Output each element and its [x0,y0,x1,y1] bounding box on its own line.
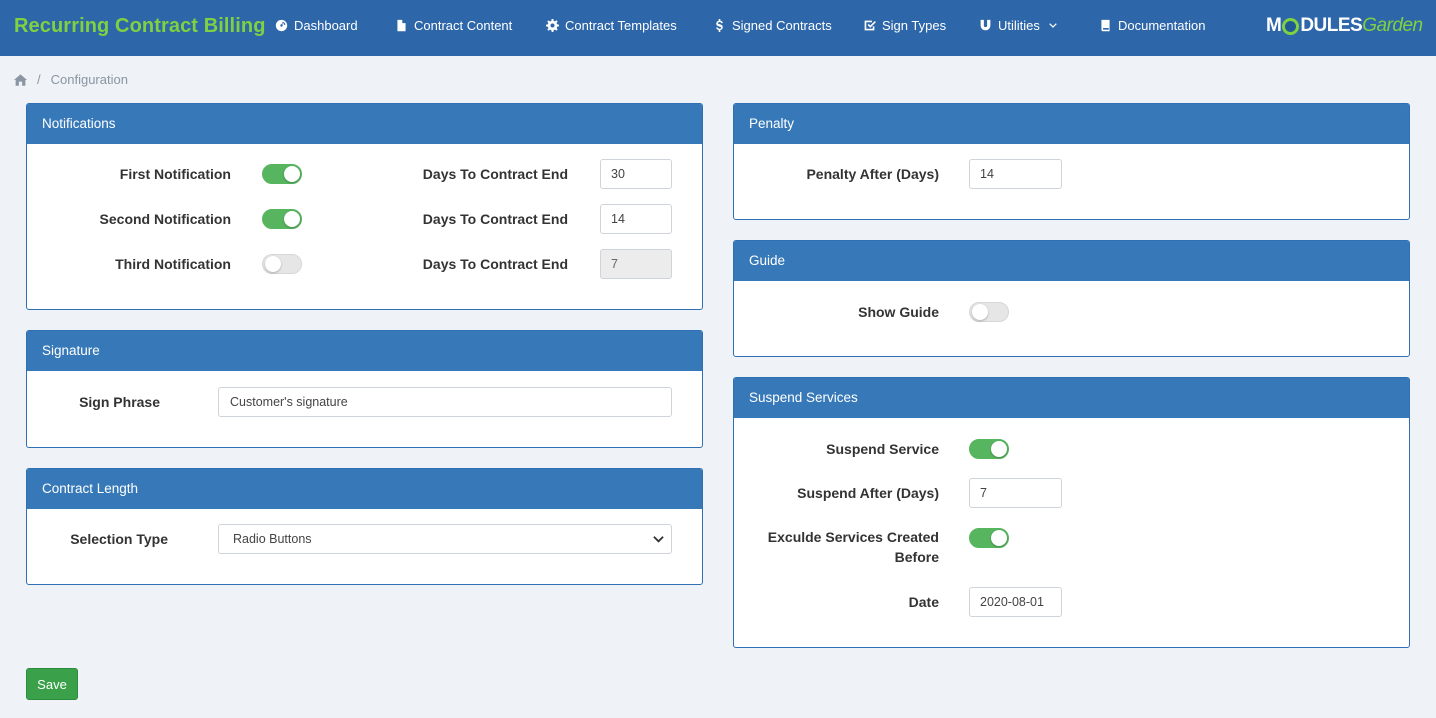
second-days-label: Days To Contract End [422,211,568,227]
suspend-after-input[interactable] [969,478,1062,508]
exclude-services-label-line1: Exculde Services Created [767,529,939,545]
app-title[interactable]: Recurring Contract Billing [14,15,266,38]
chevron-down-icon [1049,22,1057,28]
file-icon [397,19,406,32]
nav-contract-templates-label: Contract Templates [565,18,677,33]
third-days-input[interactable] [600,249,672,279]
dollar-icon [716,19,723,32]
penalty-panel: Penalty Penalty After (Days) [733,103,1410,220]
nav-dashboard[interactable]: Dashboard [275,18,358,33]
third-notification-toggle[interactable] [262,254,302,274]
penalty-after-label: Penalty After (Days) [806,166,939,182]
second-notification-toggle[interactable] [262,209,302,229]
second-days-input[interactable] [600,204,672,234]
nav-documentation-label: Documentation [1118,18,1206,33]
selection-type-select[interactable]: Radio Buttons [218,524,672,554]
show-guide-toggle[interactable] [969,302,1009,322]
suspend-services-title: Suspend Services [734,378,1409,418]
first-days-label: Days To Contract End [422,166,568,182]
nav-signed-contracts-label: Signed Contracts [732,18,832,33]
book-icon [1101,19,1110,32]
signature-title: Signature [27,331,702,371]
check-square-icon [864,20,876,31]
first-notification-toggle[interactable] [262,164,302,184]
nav-contract-content-label: Contract Content [414,18,513,33]
logo-text-dules: DULES [1300,15,1363,36]
nav-signed-contracts[interactable]: Signed Contracts [713,18,832,33]
nav-contract-templates[interactable]: Contract Templates [546,18,677,33]
guide-title: Guide [734,241,1409,281]
penalty-after-input[interactable] [969,159,1062,189]
nav-sign-types[interactable]: Sign Types [863,18,946,33]
magnet-icon [980,19,991,31]
selection-type-label: Selection Type [70,531,168,547]
suspend-service-label: Suspend Service [826,441,939,457]
logo-text-m: M [1266,15,1282,36]
third-notification-label: Third Notification [115,256,231,272]
notifications-title: Notifications [27,104,702,144]
first-days-input[interactable] [600,159,672,189]
nav-dashboard-label: Dashboard [294,18,358,33]
suspend-services-panel: Suspend Services Suspend Service Suspend… [733,377,1410,648]
sign-phrase-input[interactable] [218,387,672,417]
third-days-label: Days To Contract End [422,256,568,272]
show-guide-label: Show Guide [858,304,939,320]
contract-length-panel: Contract Length Selection Type Radio But… [26,468,703,585]
gear-icon [546,19,559,32]
breadcrumb-current: Configuration [50,72,128,87]
date-label: Date [908,594,939,610]
guide-panel: Guide Show Guide [733,240,1410,357]
save-button[interactable]: Save [26,668,78,700]
logo-globe-icon [1282,17,1300,35]
notifications-panel: Notifications First Notification Days To… [26,103,703,310]
nav-utilities-label: Utilities [998,18,1040,33]
contract-length-title: Contract Length [27,469,702,509]
penalty-title: Penalty [734,104,1409,144]
signature-panel: Signature Sign Phrase [26,330,703,448]
selection-type-value: Radio Buttons [233,532,312,546]
nav-utilities[interactable]: Utilities [979,18,1058,33]
logo-text-garden: Garden [1362,15,1423,36]
dashboard-icon [275,19,288,32]
second-notification-label: Second Notification [99,211,231,227]
suspend-service-toggle[interactable] [969,439,1009,459]
exclude-services-toggle[interactable] [969,528,1009,548]
home-icon[interactable] [14,73,27,86]
top-navbar: Recurring Contract Billing Dashboard Con… [0,0,1436,56]
sign-phrase-label: Sign Phrase [79,394,160,410]
first-notification-label: First Notification [119,166,231,182]
chevron-down-icon [653,536,664,543]
exclude-services-label: Exculde Services Created Before [768,527,939,567]
nav-sign-types-label: Sign Types [882,18,947,33]
exclude-services-label-line2: Before [894,549,939,565]
modulesgarden-logo[interactable]: M DULES Garden [1266,15,1423,37]
breadcrumb-separator: / [37,72,41,87]
suspend-after-label: Suspend After (Days) [797,485,939,501]
nav-contract-content[interactable]: Contract Content [395,18,512,33]
breadcrumb: / Configuration [14,72,128,87]
date-input[interactable] [969,587,1062,617]
nav-documentation[interactable]: Documentation [1099,18,1205,33]
